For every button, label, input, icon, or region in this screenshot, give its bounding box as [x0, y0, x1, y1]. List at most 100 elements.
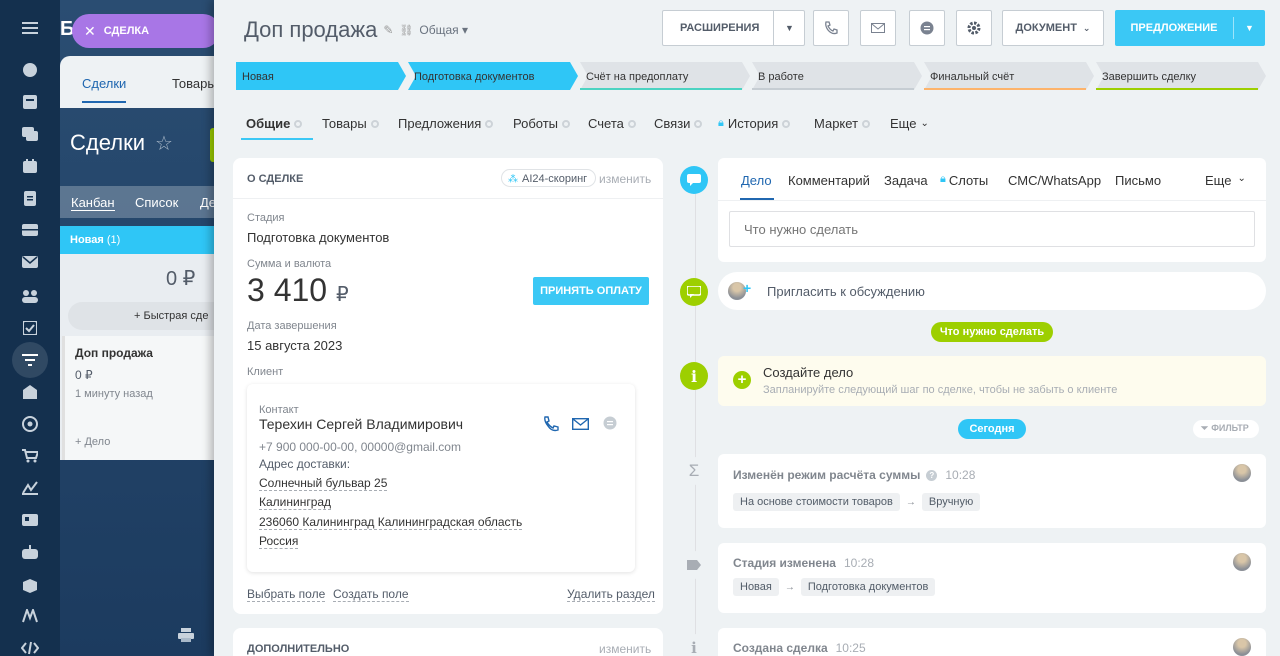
tab-gear-icon: [294, 119, 303, 128]
tab-invoices[interactable]: Счета: [588, 116, 636, 131]
activity-tab-email[interactable]: Письмо: [1115, 173, 1161, 188]
card-title[interactable]: Доп продажа: [75, 346, 210, 360]
activity-tab-task[interactable]: Задача: [884, 173, 928, 188]
edit-link[interactable]: изменить: [599, 642, 651, 656]
filter-button[interactable]: ⏷ ФИЛЬТР: [1193, 420, 1259, 438]
create-field-link[interactable]: Создать поле: [333, 587, 409, 602]
printer-icon[interactable]: [178, 628, 194, 642]
view-list[interactable]: Список: [135, 195, 178, 210]
address-line[interactable]: Россия: [259, 534, 299, 549]
help-icon[interactable]: ?: [926, 469, 938, 481]
accept-payment-button[interactable]: ПРИНЯТЬ ОПЛАТУ: [533, 277, 649, 305]
stage-in-work[interactable]: В работе: [752, 62, 922, 90]
shop-cart-icon[interactable]: [18, 444, 42, 468]
news-icon[interactable]: [18, 90, 42, 114]
groups-icon[interactable]: [18, 284, 42, 308]
stage-new[interactable]: Новая: [236, 62, 406, 90]
contact-info[interactable]: +7 900 000-00-00, 00000@gmail.com: [259, 440, 461, 454]
stage-final-invoice[interactable]: Финальный счёт: [924, 62, 1094, 90]
market-box-icon[interactable]: [18, 574, 42, 598]
kanban-column-header: Новая (1): [60, 226, 220, 254]
crm-icon[interactable]: [12, 342, 48, 378]
document-button[interactable]: ДОКУМЕНТ ⌄: [1002, 10, 1104, 46]
offer-button[interactable]: ПРЕДЛОЖЕНИЕ ▼: [1115, 10, 1265, 46]
store-icon[interactable]: [18, 380, 42, 404]
tab-market[interactable]: Маркет: [814, 116, 871, 131]
email-button[interactable]: [860, 10, 896, 46]
amount-value[interactable]: 3 410 ₽: [247, 272, 349, 309]
activity-tab-slots[interactable]: 🔒︎ Слоты: [940, 173, 988, 188]
chevron-down-icon[interactable]: ▼: [785, 23, 794, 33]
card-add-activity[interactable]: + Дело: [75, 436, 210, 448]
tab-products[interactable]: Товары: [172, 76, 217, 91]
tab-robots[interactable]: Роботы: [513, 116, 571, 131]
extensions-button[interactable]: РАСШИРЕНИЯ ▼: [662, 10, 805, 46]
choose-field-link[interactable]: Выбрать поле: [247, 587, 326, 602]
tab-more[interactable]: Еще ⌄: [890, 116, 929, 131]
mail-icon[interactable]: [18, 250, 42, 274]
delete-section-link[interactable]: Удалить раздел: [567, 587, 655, 602]
address-line[interactable]: Калининград: [259, 495, 332, 510]
openlines-button[interactable]: [909, 10, 945, 46]
tasks-icon[interactable]: [18, 316, 42, 340]
crm-tabs: Сделки Товары: [60, 56, 220, 108]
tab-history[interactable]: 🔒︎ История: [718, 116, 791, 131]
category-select[interactable]: Общая ▾: [419, 23, 468, 37]
activity-tab-sms[interactable]: СМС/WhatsApp: [1008, 173, 1101, 188]
deal-slider-label[interactable]: ✕ СДЕЛКА: [72, 14, 220, 48]
arrow-right-icon: →: [905, 496, 916, 508]
address-line[interactable]: 236060 Калининград Калининградская облас…: [259, 515, 523, 530]
stage-doc-prep[interactable]: Подготовка документов: [408, 62, 578, 90]
invite-discussion-bar[interactable]: + Пригласить к обсуждению: [718, 272, 1266, 310]
sign-icon[interactable]: [18, 476, 42, 500]
tab-gear-icon: [370, 119, 379, 128]
activity-stream-icon[interactable]: [18, 58, 42, 82]
todo-input[interactable]: [729, 211, 1255, 247]
close-icon[interactable]: ✕: [84, 23, 96, 40]
create-activity-title[interactable]: Создайте дело: [763, 365, 853, 380]
chevron-down-icon[interactable]: ▼: [1234, 23, 1265, 33]
mail-icon: [871, 23, 885, 33]
stage-value[interactable]: Подготовка документов: [247, 230, 389, 245]
stage-prepayment[interactable]: Счёт на предоплату: [580, 62, 750, 90]
activity-tab-comment[interactable]: Комментарий: [788, 173, 870, 188]
contact-name[interactable]: Терехин Сергей Владимирович: [259, 416, 463, 432]
stage-close-deal[interactable]: Завершить сделку: [1096, 62, 1266, 90]
phone-button[interactable]: [813, 10, 849, 46]
tab-relations[interactable]: Связи: [654, 116, 703, 131]
link-icon[interactable]: ⛓: [399, 24, 413, 37]
robot-icon[interactable]: [18, 540, 42, 564]
plus-circle-icon[interactable]: +: [733, 371, 751, 389]
quick-deal-button[interactable]: + Быстрая сде: [68, 302, 220, 330]
view-kanban[interactable]: Канбан: [71, 195, 115, 211]
ai-scoring-badge[interactable]: ⁂ AI24-скоринг: [501, 169, 597, 187]
documents-icon[interactable]: [18, 186, 42, 210]
tab-products[interactable]: Товары: [322, 116, 379, 131]
tab-offers[interactable]: Предложения: [398, 116, 494, 131]
close-date-value[interactable]: 15 августа 2023: [247, 338, 342, 353]
invite-text[interactable]: Пригласить к обсуждению: [767, 284, 925, 299]
developer-icon[interactable]: [18, 636, 42, 656]
contact-center-icon[interactable]: [18, 508, 42, 532]
create-activity-panel[interactable]: + Создайте дело Запланируйте следующий ш…: [718, 356, 1266, 406]
contact-phone-icon[interactable]: [543, 416, 559, 432]
contact-mail-icon[interactable]: [572, 418, 589, 430]
settings-button[interactable]: [956, 10, 992, 46]
sites-icon[interactable]: [18, 604, 42, 628]
drive-icon[interactable]: [18, 218, 42, 242]
calendar-icon[interactable]: [18, 154, 42, 178]
activity-tab-more[interactable]: Еще ⌄: [1205, 173, 1246, 188]
edit-link[interactable]: изменить: [599, 172, 651, 186]
tab-deals[interactable]: Сделки: [82, 76, 127, 103]
tab-general[interactable]: Общие: [246, 116, 303, 131]
kanban-card[interactable]: Доп продажа 0 ₽ 1 минуту назад + Дело: [62, 336, 220, 460]
tag-icon: [680, 551, 708, 579]
pencil-icon[interactable]: ✎: [383, 23, 393, 37]
address-line[interactable]: Солнечный бульвар 25: [259, 476, 388, 491]
marketing-icon[interactable]: [18, 412, 42, 436]
chat-icon[interactable]: [18, 122, 42, 146]
star-icon[interactable]: ☆: [155, 131, 173, 156]
menu-icon[interactable]: [18, 16, 42, 40]
activity-tab-todo[interactable]: Дело: [741, 173, 772, 188]
contact-chat-icon[interactable]: [603, 416, 617, 430]
